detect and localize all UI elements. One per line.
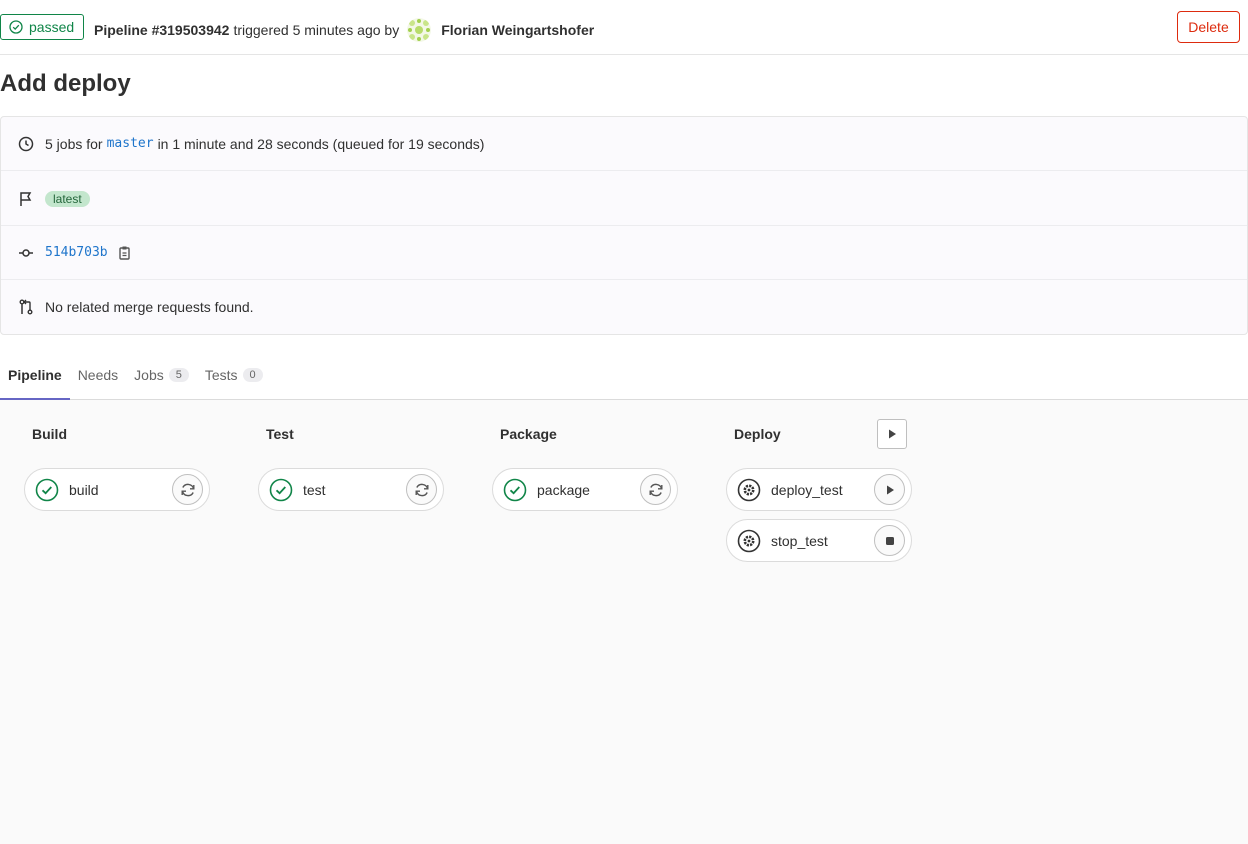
tab-label: Tests xyxy=(204,367,238,383)
pipeline-header: passed Pipeline #319503942 triggered 5 m… xyxy=(0,0,1248,55)
job-deploy-test[interactable]: deploy_test xyxy=(726,468,912,511)
triggered-text: triggered 5 minutes ago by xyxy=(233,22,400,38)
pipeline-tabs: Pipeline Needs Jobs 5 Tests 0 xyxy=(0,350,1248,400)
retry-button[interactable] xyxy=(406,474,437,505)
job-test[interactable]: test xyxy=(258,468,444,511)
job-stop-test[interactable]: stop_test xyxy=(726,519,912,562)
play-all-manual-button[interactable] xyxy=(877,419,907,449)
tab-label: Pipeline xyxy=(8,367,62,383)
merge-requests-row: No related merge requests found. xyxy=(1,280,1247,334)
stage-title-test: Test xyxy=(266,426,294,442)
latest-badge: latest xyxy=(45,190,90,207)
commit-sha-link[interactable]: 514b703b xyxy=(45,245,108,260)
flag-icon xyxy=(17,190,35,208)
status-badge[interactable]: passed xyxy=(0,14,84,40)
pipeline-id: Pipeline #319503942 xyxy=(94,22,230,38)
tab-label: Needs xyxy=(77,367,119,383)
play-button[interactable] xyxy=(874,474,905,505)
success-status-icon xyxy=(35,478,59,501)
retry-button[interactable] xyxy=(640,474,671,505)
no-merge-requests-text: No related merge requests found. xyxy=(45,299,254,315)
stage-title-build: Build xyxy=(32,426,67,442)
job-package[interactable]: package xyxy=(492,468,678,511)
jobs-count-badge: 5 xyxy=(168,368,189,382)
stop-button[interactable] xyxy=(874,525,905,556)
manual-gear-icon xyxy=(737,478,761,501)
stage-title-package: Package xyxy=(500,426,557,442)
pipeline-info-box: 5 jobs for master in 1 minute and 28 sec… xyxy=(0,116,1248,335)
tab-jobs[interactable]: Jobs 5 xyxy=(126,351,197,399)
tab-tests[interactable]: Tests 0 xyxy=(197,351,271,399)
retry-icon xyxy=(649,483,662,496)
branch-link[interactable]: master xyxy=(107,136,154,151)
job-name: package xyxy=(537,481,590,498)
tab-pipeline[interactable]: Pipeline xyxy=(0,351,70,400)
play-icon xyxy=(889,429,896,439)
tags-row: latest xyxy=(1,172,1247,226)
tests-count-badge: 0 xyxy=(242,368,263,382)
job-name: test xyxy=(303,481,326,498)
retry-button[interactable] xyxy=(172,474,203,505)
delete-button[interactable]: Delete xyxy=(1177,11,1240,43)
stop-icon xyxy=(885,536,894,545)
job-build[interactable]: build xyxy=(24,468,210,511)
job-name: deploy_test xyxy=(771,481,843,498)
duration-text: in 1 minute and 28 seconds (queued for 1… xyxy=(157,135,485,152)
user-name[interactable]: Florian Weingartshofer xyxy=(441,22,594,38)
job-name: build xyxy=(69,481,99,498)
pipeline-graph: Build build Test test Package package De… xyxy=(0,400,1248,844)
manual-gear-icon xyxy=(737,529,761,552)
commit-icon xyxy=(17,244,35,262)
tab-needs[interactable]: Needs xyxy=(70,351,126,399)
commit-row: 514b703b xyxy=(1,226,1247,280)
retry-icon xyxy=(415,483,428,496)
page-title: Add deploy xyxy=(0,70,131,97)
avatar[interactable] xyxy=(407,18,432,42)
status-label: passed xyxy=(29,19,75,35)
job-name: stop_test xyxy=(771,532,828,549)
check-circle-icon xyxy=(9,20,23,34)
success-status-icon xyxy=(503,478,527,501)
clock-icon xyxy=(17,135,35,153)
merge-request-icon xyxy=(17,298,35,316)
play-icon xyxy=(886,485,894,494)
jobs-summary-row: 5 jobs for master in 1 minute and 28 sec… xyxy=(1,117,1247,171)
stage-title-deploy: Deploy xyxy=(734,426,781,442)
success-status-icon xyxy=(269,478,293,501)
tab-label: Jobs xyxy=(134,367,164,383)
retry-icon xyxy=(181,483,194,496)
jobs-prefix: 5 jobs for xyxy=(45,135,103,152)
copy-icon[interactable] xyxy=(118,245,132,261)
pipeline-summary: Pipeline #319503942 triggered 5 minutes … xyxy=(94,18,594,42)
